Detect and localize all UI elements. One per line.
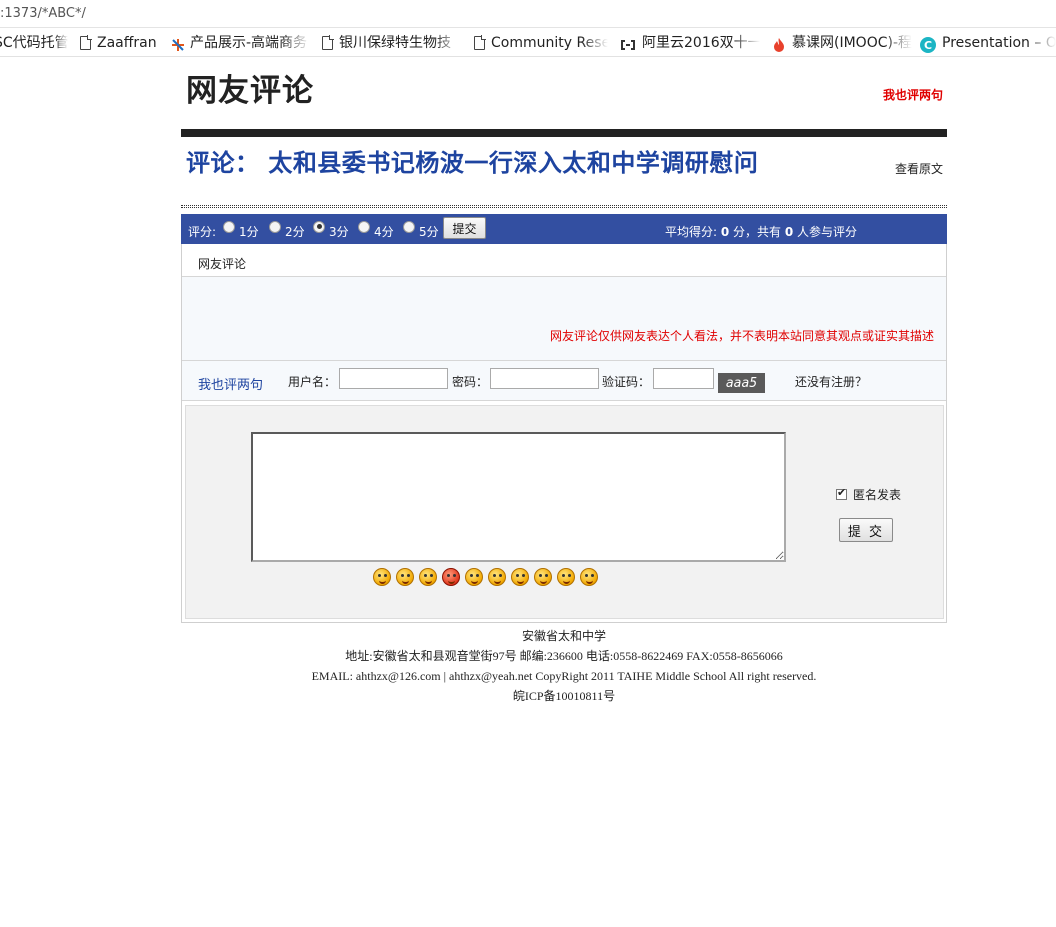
bookmark-label: 慕课网(IMOOC)-程 <box>792 35 912 51</box>
bookmark-item-3[interactable]: 产品展示-高端商务 <box>170 29 310 56</box>
disclaimer-text: 网友评论仅供网友表达个人看法，并不表明本站同意其观点或证实其描述 <box>549 329 934 343</box>
comment-submit-button[interactable]: 提 交 <box>839 518 893 542</box>
svg-text:C: C <box>924 39 932 52</box>
c-logo-icon: C <box>920 35 936 53</box>
page-title: 网友评论 <box>186 73 314 109</box>
shocked-face-icon[interactable] <box>580 568 598 586</box>
sad-face-icon[interactable] <box>557 568 575 586</box>
tongue-face-icon[interactable] <box>488 568 506 586</box>
username-input[interactable] <box>339 368 448 389</box>
register-link[interactable]: 还没有注册？ <box>795 373 867 390</box>
rating-submit-button[interactable]: 提交 <box>443 217 486 239</box>
anonymous-checkbox[interactable] <box>836 486 847 500</box>
radio-button[interactable] <box>403 220 415 233</box>
captcha-input[interactable] <box>653 368 714 389</box>
footer: 安徽省太和中学 地址:安徽省太和县观音堂街97号 邮编:236600 电话:05… <box>181 626 947 706</box>
angry-face-icon[interactable] <box>442 568 460 586</box>
address-text[interactable]: :1373/*ABC*/ <box>0 6 86 21</box>
article-title: 评论： 太和县委书记杨波一行深入太和中学调研慰问 <box>186 149 759 177</box>
radio-button-selected[interactable] <box>313 220 325 233</box>
rating-option-2[interactable]: 2分 <box>269 220 305 239</box>
rating-option-3[interactable]: 3分 <box>313 220 349 239</box>
winking-face-icon[interactable] <box>465 568 483 586</box>
bookmark-item-4[interactable]: 银川保绿特生物技 <box>322 29 462 56</box>
rating-bar: 评分: 1分 2分 3分 4分 5分 提交 平均得分: 0 分，共有 0 人参与… <box>181 214 947 244</box>
anonymous-label: 匿名发表 <box>853 488 902 502</box>
footer-address: 地址:安徽省太和县观音堂街97号 邮编:236600 电话:0558-86224… <box>345 649 783 663</box>
comments-tab-row: 网友评论 <box>182 244 946 277</box>
rating-option-label: 4分 <box>374 225 394 239</box>
site-logo-icon <box>170 35 184 51</box>
bookmark-label: 银川保绿特生物技 <box>339 35 451 51</box>
avg-prefix: 平均得分: <box>665 225 721 239</box>
bookmark-item-1[interactable]: SC代码托管 <box>0 29 68 56</box>
kissing-face-icon[interactable] <box>534 568 552 586</box>
tab-comments[interactable]: 网友评论 <box>198 255 246 272</box>
smiley-bar <box>373 568 603 586</box>
rating-option-label: 5分 <box>419 225 439 239</box>
bookmark-label: Presentation – O <box>942 35 1056 51</box>
bookmark-item-6[interactable]: 阿里云2016双十一 <box>620 29 760 56</box>
password-label: 密码： <box>452 375 489 389</box>
bookmark-label: Community Resea <box>491 35 608 51</box>
login-row: 我也评两句 用户名： 密码： 验证码： aaa5 还没有注册？ <box>182 361 946 401</box>
radio-button[interactable] <box>223 220 235 233</box>
rating-option-5[interactable]: 5分 <box>403 220 439 239</box>
aliyun-icon <box>620 35 636 51</box>
bookmark-label: 产品展示-高端商务 <box>190 35 308 51</box>
average-score-text: 平均得分: 0 分，共有 0 人参与评分 <box>665 223 857 240</box>
participant-count: 0 <box>784 225 794 239</box>
grinning-face-icon[interactable] <box>511 568 529 586</box>
captcha-image[interactable]: aaa5 <box>718 373 765 393</box>
radio-button[interactable] <box>358 220 370 233</box>
comment-composer: 匿名发表 提 交 <box>185 405 944 619</box>
avg-score-value: 0 <box>720 225 730 239</box>
rating-option-label: 1分 <box>239 225 259 239</box>
write-comment-link[interactable]: 我也评两句 <box>883 86 943 103</box>
comment-list: 网友评论仅供网友表达个人看法，并不表明本站同意其观点或证实其描述 <box>182 277 946 361</box>
address-bar[interactable]: :1373/*ABC*/ <box>0 0 1056 28</box>
bookmark-item-5[interactable]: Community Resea <box>474 29 608 56</box>
header-divider <box>181 129 947 137</box>
confused-face-icon[interactable] <box>373 568 391 586</box>
bookmark-item-8[interactable]: C Presentation – O <box>920 29 1056 56</box>
flame-icon <box>772 35 786 52</box>
comment-textarea[interactable] <box>251 432 786 562</box>
bookmark-label: Zaaffran <box>97 35 157 51</box>
page-icon <box>322 35 334 50</box>
bookmark-item-2[interactable]: Zaaffran <box>80 29 160 56</box>
anonymous-option[interactable]: 匿名发表 <box>836 486 901 503</box>
page-icon <box>474 35 486 50</box>
captcha-label: 验证码： <box>602 375 651 389</box>
rating-option-label: 2分 <box>285 225 305 239</box>
rating-option-4[interactable]: 4分 <box>358 220 394 239</box>
bookmark-item-7[interactable]: 慕课网(IMOOC)-程 <box>772 29 912 56</box>
page-icon <box>80 35 92 50</box>
rating-option-label: 3分 <box>329 225 349 239</box>
password-input[interactable] <box>490 368 599 389</box>
crying-face-icon[interactable] <box>396 568 414 586</box>
footer-contact: EMAIL: ahthzx@126.com | ahthzx@yeah.net … <box>311 669 817 683</box>
view-original-link[interactable]: 查看原文 <box>895 160 943 177</box>
dotted-divider <box>181 205 947 208</box>
write-comment-heading: 我也评两句 <box>198 378 264 393</box>
bookmarks-bar: SC代码托管 Zaaffran 产品展示-高端商务 银川保绿特生物技 Commu… <box>0 29 1056 57</box>
username-label: 用户名： <box>288 375 337 389</box>
bookmark-label: 阿里云2016双十一 <box>642 35 760 51</box>
footer-school-name: 安徽省太和中学 <box>521 629 606 643</box>
comment-panel: 网友评论 网友评论仅供网友表达个人看法，并不表明本站同意其观点或证实其描述 我也… <box>181 244 947 623</box>
rating-label: 评分: <box>188 225 217 239</box>
avg-suffix: 人参与评分 <box>793 225 858 239</box>
radio-button[interactable] <box>269 220 281 233</box>
rating-option-1[interactable]: 1分 <box>223 220 259 239</box>
bookmark-label: SC代码托管 <box>0 35 68 51</box>
heart-eyes-face-icon[interactable] <box>419 568 437 586</box>
avg-mid: 分，共有 <box>729 225 785 239</box>
footer-icp: 皖ICP备10010811号 <box>512 689 616 703</box>
